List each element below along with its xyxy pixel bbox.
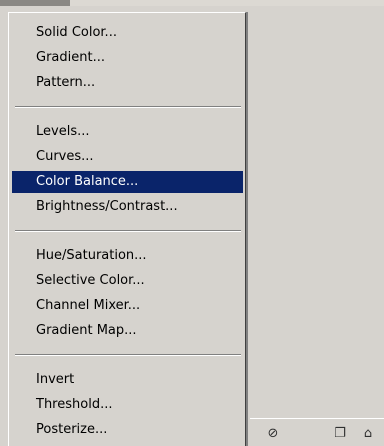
menu-item-gradient[interactable]: Gradient... [12, 47, 243, 69]
trash-icon[interactable]: ⌂ [360, 426, 376, 442]
title-strip [0, 0, 384, 6]
menu-item-curves[interactable]: Curves... [12, 146, 243, 168]
menu-item-threshold[interactable]: Threshold... [12, 394, 243, 416]
menu-item-invert[interactable]: Invert [12, 369, 243, 391]
menu-item-color-balance[interactable]: Color Balance... [12, 171, 243, 193]
adjustment-layer-menu: Solid Color... Gradient... Pattern... Le… [8, 12, 246, 446]
menu-item-pattern[interactable]: Pattern... [12, 72, 243, 94]
menu-item-brightness-contrast[interactable]: Brightness/Contrast... [12, 196, 243, 218]
menu-separator [15, 354, 241, 356]
menu-separator [15, 230, 241, 232]
fill-adjustment-icon[interactable]: ⊘ [265, 426, 281, 442]
menu-item-gradient-map[interactable]: Gradient Map... [12, 320, 243, 342]
menu-item-selective-color[interactable]: Selective Color... [12, 270, 243, 292]
menu-item-levels[interactable]: Levels... [12, 121, 243, 143]
menu-item-posterize[interactable]: Posterize... [12, 419, 243, 441]
layers-panel-footer: ⊘ ❐ ⌂ [250, 418, 384, 446]
menu-item-channel-mixer[interactable]: Channel Mixer... [12, 295, 243, 317]
new-layer-icon[interactable]: ❐ [332, 426, 348, 442]
menu-item-hue-saturation[interactable]: Hue/Saturation... [12, 245, 243, 267]
menu-separator [15, 106, 241, 108]
panel-background [246, 6, 250, 446]
title-strip-dark [0, 0, 70, 6]
menu-item-solid-color[interactable]: Solid Color... [12, 22, 243, 44]
